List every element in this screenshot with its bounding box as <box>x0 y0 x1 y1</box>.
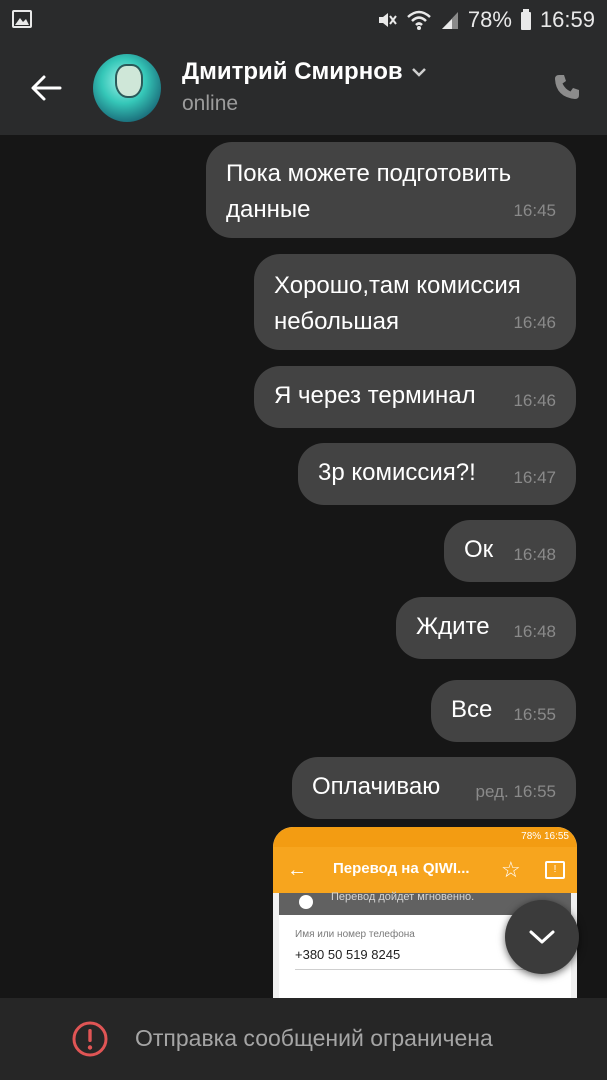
gallery-icon <box>12 10 32 28</box>
chevron-down-icon[interactable] <box>411 66 427 78</box>
scroll-down-button[interactable] <box>505 900 579 974</box>
message-text: Все <box>451 696 493 723</box>
message-bubble[interactable]: Ждите 16:48 <box>396 597 576 659</box>
chat-header: Дмитрий Смирнов online <box>0 40 607 135</box>
message-time: 16:48 <box>513 545 556 564</box>
contact-status: online <box>182 92 239 115</box>
message-bubble[interactable]: 3р комиссия?! 16:47 <box>298 443 576 505</box>
status-bar: 78% 16:59 <box>0 0 607 40</box>
divider <box>295 969 525 970</box>
mute-icon <box>378 13 397 27</box>
attachment-notice-text: Перевод дойдет мгновенно. <box>331 891 475 903</box>
clock: 16:59 <box>539 7 595 32</box>
message-text: Оплачиваю <box>312 773 441 800</box>
battery-percent: 78% <box>467 7 512 32</box>
star-icon: ☆ <box>501 857 521 882</box>
avatar[interactable] <box>93 54 161 122</box>
warning-icon <box>72 1021 108 1057</box>
back-arrow-icon: ← <box>287 859 307 881</box>
contact-name-row[interactable]: Дмитрий Смирнов <box>182 58 427 86</box>
phone-icon[interactable] <box>552 72 582 102</box>
message-bubble[interactable]: Оплачиваю ред. 16:55 <box>292 757 576 819</box>
restriction-text: Отправка сообщений ограничена <box>135 1025 493 1051</box>
attachment-time: 16:55 <box>543 831 569 842</box>
message-text: Хорошо,там комиссия небольшая <box>274 272 521 335</box>
message-bubble[interactable]: Все 16:55 <box>431 680 576 742</box>
back-arrow-icon[interactable] <box>28 70 64 106</box>
message-text: Ок <box>464 536 494 563</box>
attachment-toolbar: ← Перевод на QIWI... ☆ ! <box>273 847 577 893</box>
message-list[interactable]: Пока можете подготовить данные 16:45 Хор… <box>0 135 607 998</box>
message-time: 16:48 <box>513 622 556 641</box>
message-icon: ! <box>545 861 565 879</box>
contact-name[interactable]: Дмитрий Смирнов <box>182 58 403 86</box>
attachment-status-bar: 78% 16:55 <box>273 827 577 847</box>
attachment-field-label: Имя или номер телефона <box>295 929 415 940</box>
restriction-bar: Отправка сообщений ограничена <box>0 998 607 1080</box>
message-time: 16:47 <box>513 468 556 487</box>
message-time: ред. 16:55 <box>475 782 556 801</box>
message-text: Ждите <box>416 613 490 640</box>
wifi-icon <box>407 10 431 30</box>
message-time: 16:46 <box>513 313 556 332</box>
message-time: 16:55 <box>513 705 556 724</box>
message-bubble[interactable]: Я через терминал 16:46 <box>254 366 576 428</box>
signal-icon <box>441 12 458 29</box>
attachment-title: Перевод на QIWI... <box>333 860 470 877</box>
message-text: 3р комиссия?! <box>318 459 476 486</box>
message-bubble[interactable]: Пока можете подготовить данные 16:45 <box>206 142 576 238</box>
info-icon <box>299 895 313 909</box>
attachment-field-value: +380 50 519 8245 <box>295 947 401 962</box>
message-text: Пока можете подготовить данные <box>226 160 512 223</box>
message-time: 16:45 <box>513 201 556 220</box>
chevron-down-icon <box>529 930 555 944</box>
battery-icon <box>520 9 531 30</box>
message-text: Я через терминал <box>274 382 476 409</box>
message-bubble[interactable]: Хорошо,там комиссия небольшая 16:46 <box>254 254 576 350</box>
message-bubble[interactable]: Ок 16:48 <box>444 520 576 582</box>
attachment-battery: 78% <box>521 831 542 842</box>
message-time: 16:46 <box>513 391 556 410</box>
